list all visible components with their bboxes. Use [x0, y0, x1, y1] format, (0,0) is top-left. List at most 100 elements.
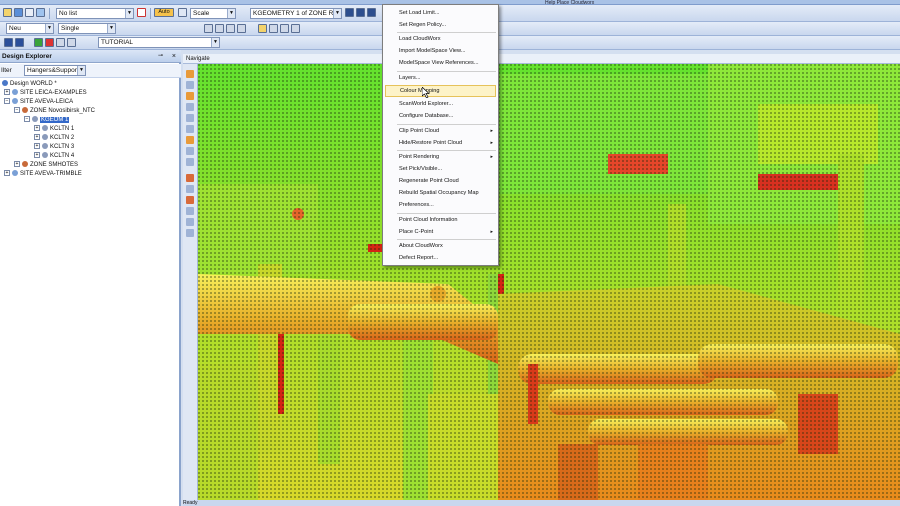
- cloudworx-menu: Set Load Limit... Set Regen Policy... Lo…: [382, 4, 499, 266]
- delete-icon[interactable]: [137, 8, 146, 17]
- collection-icon: [42, 152, 48, 159]
- stop-icon[interactable]: [45, 38, 54, 47]
- menu-item-set-load-limit[interactable]: Set Load Limit...: [385, 7, 496, 19]
- copy-icon[interactable]: [36, 8, 45, 17]
- tree-item-label: SITE AVEVA-LEICA: [20, 99, 74, 105]
- up-element-icon[interactable]: [367, 8, 376, 17]
- attributes-icon[interactable]: [67, 38, 76, 47]
- submenu-arrow-icon: ▸: [490, 140, 493, 146]
- geometry-combo[interactable]: KGEOMETRY 1 of ZONE Re ▼: [250, 8, 342, 19]
- list-combo[interactable]: No list ▼: [56, 8, 134, 19]
- menu-item-preferences[interactable]: Preferences...: [385, 199, 496, 211]
- tree-item-kcltn[interactable]: + KCLTN 4: [34, 152, 74, 161]
- site-icon: [12, 170, 18, 177]
- expand-icon[interactable]: +: [4, 89, 10, 96]
- print-icon[interactable]: [25, 8, 34, 17]
- point-cloud-viewport[interactable]: [198, 64, 900, 500]
- menu-item-label: Rebuild Spatial Occupancy Map: [399, 190, 479, 196]
- tree-item-design-world[interactable]: Design WORLD *: [2, 80, 57, 89]
- zoom-out-icon[interactable]: [186, 125, 194, 133]
- menu-item-about-cloudworx[interactable]: About CloudWorx: [385, 240, 496, 252]
- tree-item-zone[interactable]: + ZONE SMHOTES: [14, 161, 78, 170]
- pin-icon[interactable]: ⊸: [158, 52, 166, 60]
- expand-icon[interactable]: +: [34, 125, 40, 132]
- menu-item-set-regen-policy[interactable]: Set Regen Policy...: [385, 19, 496, 31]
- hidden-line-icon[interactable]: [186, 196, 194, 204]
- menu-item-hide-restore-point-cloud[interactable]: Hide/Restore Point Cloud ▸: [385, 137, 496, 149]
- menu-item-regenerate-point-cloud[interactable]: Regenerate Point Cloud: [385, 175, 496, 187]
- expand-icon[interactable]: +: [34, 134, 40, 141]
- menu-item-label: Set Load Limit...: [399, 10, 440, 16]
- menu-item-colour-mapping[interactable]: Colour Mapping: [385, 85, 496, 97]
- tree-item-kcltn[interactable]: + KCLTN 3: [34, 143, 74, 152]
- expand-icon[interactable]: +: [34, 152, 40, 159]
- light-icon[interactable]: [258, 24, 267, 33]
- shaded-icon[interactable]: [186, 174, 194, 182]
- menu-item-scanworld-explorer[interactable]: ScanWorld Explorer...: [385, 98, 496, 110]
- save-icon[interactable]: [14, 8, 23, 17]
- tree-item-zone[interactable]: − ZONE Novosibirsk_NTC: [14, 107, 95, 116]
- tree-item-kcltn[interactable]: + KCLTN 2: [34, 134, 74, 143]
- tree-item-kgeom[interactable]: − KGEOM 1: [24, 116, 70, 125]
- menu-item-import-modelspace-view[interactable]: Import ModelSpace View...: [385, 45, 496, 57]
- menu-item-point-cloud-information[interactable]: Point Cloud Information: [385, 214, 496, 226]
- viewport-tab[interactable]: Navigate: [183, 54, 900, 64]
- modify-icon[interactable]: [56, 38, 65, 47]
- walk-mode-icon[interactable]: [186, 103, 194, 111]
- select-icon[interactable]: [178, 8, 187, 17]
- clip-icon[interactable]: [280, 24, 289, 33]
- tree-item-site[interactable]: − SITE AVEVA-LEICA: [4, 98, 73, 107]
- perspective-icon[interactable]: [186, 158, 194, 166]
- menu-item-set-pick-visible[interactable]: Set Pick/Visible...: [385, 163, 496, 175]
- tree-item-site[interactable]: + SITE AVEVA-TRIMBLE: [4, 170, 82, 179]
- section-icon[interactable]: [291, 24, 300, 33]
- expand-icon[interactable]: +: [34, 143, 40, 150]
- tutorial-combo[interactable]: TUTORIAL ▼: [98, 37, 220, 48]
- menu-item-defect-report[interactable]: Defect Report...: [385, 252, 496, 264]
- fit-icon[interactable]: [186, 136, 194, 144]
- filter-combo[interactable]: Hangers&Supports ▼: [24, 65, 86, 76]
- wireline-icon[interactable]: [186, 185, 194, 193]
- create-icon[interactable]: [34, 38, 43, 47]
- zoom-in-icon[interactable]: [186, 114, 194, 122]
- auto-button[interactable]: Auto: [154, 8, 174, 17]
- menu-item-point-rendering[interactable]: Point Rendering ▸: [385, 151, 496, 163]
- collapse-icon[interactable]: −: [4, 98, 10, 105]
- menu-item-layers[interactable]: Layers...: [385, 72, 496, 84]
- walk-icon[interactable]: [226, 24, 235, 33]
- single-combo[interactable]: Single ▼: [58, 23, 116, 34]
- next-element-icon[interactable]: [356, 8, 365, 17]
- menu-item-configure-database[interactable]: Configure Database...: [385, 110, 496, 122]
- tree-item-site[interactable]: + SITE LEICA-EXAMPLES: [4, 89, 87, 98]
- rotate-icon[interactable]: [186, 92, 194, 100]
- menu-item-place-c-point[interactable]: Place C-Point ▸: [385, 226, 496, 238]
- scale-combo[interactable]: Scale ▼: [190, 8, 236, 19]
- limits-icon[interactable]: [186, 147, 194, 155]
- collapse-icon[interactable]: −: [24, 116, 30, 123]
- arrow-right-icon[interactable]: [15, 38, 24, 47]
- capping-icon[interactable]: [186, 229, 194, 237]
- menu-item-rebuild-spatial-occupancy-map[interactable]: Rebuild Spatial Occupancy Map: [385, 187, 496, 199]
- neu-combo[interactable]: Neu ▼: [6, 23, 54, 34]
- previous-element-icon[interactable]: [345, 8, 354, 17]
- orbit-icon[interactable]: [186, 70, 194, 78]
- pan-icon[interactable]: [186, 81, 194, 89]
- zoom-icon[interactable]: [237, 24, 246, 33]
- expand-icon[interactable]: +: [14, 161, 20, 168]
- open-icon[interactable]: [3, 8, 12, 17]
- close-icon[interactable]: ×: [172, 51, 176, 62]
- collapse-icon[interactable]: −: [14, 107, 20, 114]
- menu-item-modelspace-view-references[interactable]: ModelSpace View References...: [385, 57, 496, 69]
- section-plane-icon[interactable]: [186, 218, 194, 226]
- clip-box-icon[interactable]: [186, 207, 194, 215]
- expand-icon[interactable]: +: [4, 170, 10, 177]
- view-icon[interactable]: [215, 24, 224, 33]
- graphics-icon[interactable]: [204, 24, 213, 33]
- arrow-left-icon[interactable]: [4, 38, 13, 47]
- menu-item-label: Hide/Restore Point Cloud: [399, 140, 463, 146]
- chevron-down-icon: ▼: [107, 24, 115, 33]
- menu-item-load-cloudworx[interactable]: Load CloudWorx: [385, 33, 496, 45]
- tree-item-kcltn[interactable]: + KCLTN 1: [34, 125, 74, 134]
- menu-item-clip-point-cloud[interactable]: Clip Point Cloud ▸: [385, 125, 496, 137]
- measure-icon[interactable]: [269, 24, 278, 33]
